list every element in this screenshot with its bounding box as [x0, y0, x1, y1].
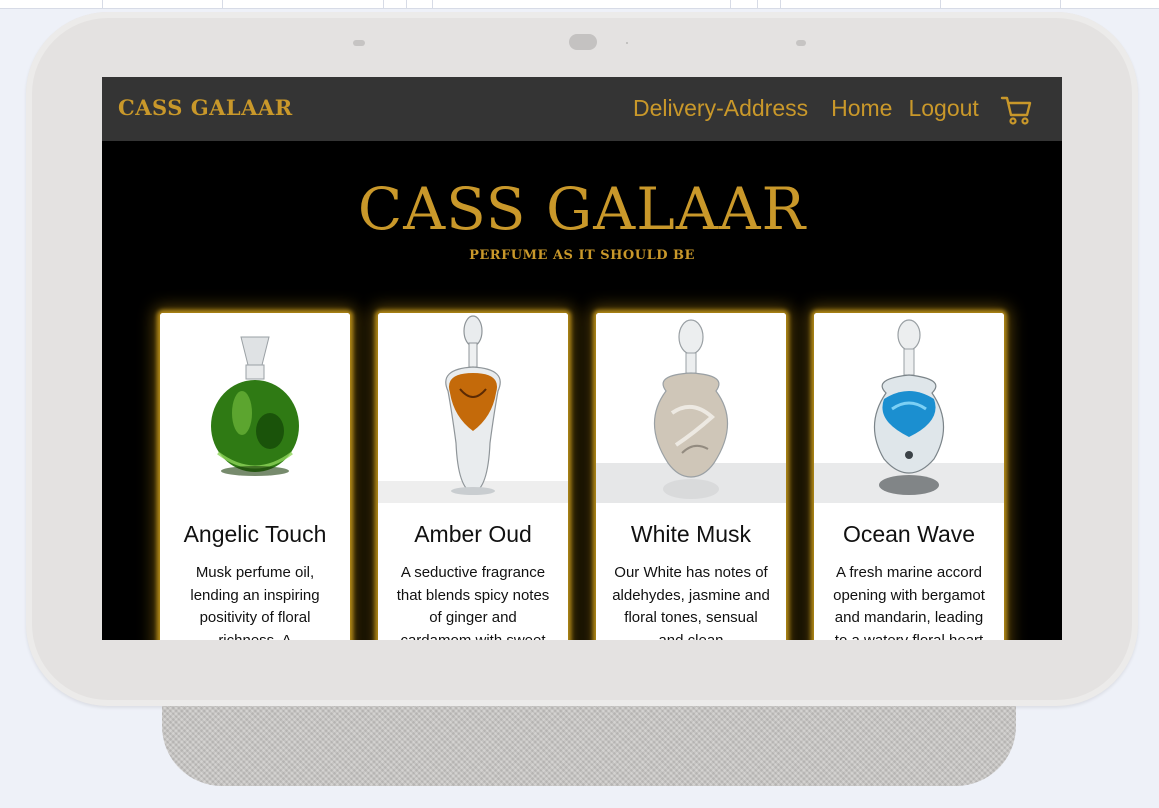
product-description: A fresh marine accord opening with berga… [833, 564, 985, 640]
product-image-ocean-wave [814, 313, 1004, 503]
product-image-amber-oud [378, 313, 568, 503]
product-card[interactable]: Angelic Touch Musk perfume oil, lending … [160, 313, 350, 640]
product-image-angelic-touch [160, 313, 350, 503]
devtools-ruler [0, 0, 1159, 9]
product-image-white-musk [596, 313, 786, 503]
product-title: Ocean Wave [842, 521, 976, 547]
camera [569, 34, 597, 50]
product-grid: Angelic Touch Musk perfume oil, lending … [160, 313, 1004, 640]
product-card[interactable]: White Musk Our White has notes of aldehy… [596, 313, 786, 640]
hero-title: CASS GALAAR [357, 175, 807, 243]
navbar: CASS GALAAR Delivery-Address Home Logout [102, 77, 1062, 141]
speaker-base [162, 706, 1016, 786]
nav-links: Delivery-Address Home Logout [633, 95, 979, 122]
sensor [353, 40, 365, 46]
light-sensor [626, 42, 628, 44]
brand-logo[interactable]: CASS GALAAR [118, 95, 293, 120]
product-title: Amber Oud [414, 521, 532, 547]
nav-delivery-address[interactable]: Delivery-Address [633, 95, 808, 122]
product-description: A seductive fragrance that blends spicy … [396, 564, 550, 640]
shopping-cart-icon[interactable] [1000, 93, 1034, 127]
hero-subtitle: PERFUME AS IT SHOULD BE [469, 248, 695, 263]
nav-logout[interactable]: Logout [908, 95, 978, 122]
product-card[interactable]: Amber Oud A seductive fragrance that ble… [378, 313, 568, 640]
product-description: Musk perfume oil, lending an inspiring p… [190, 564, 320, 640]
product-title: Angelic Touch [183, 521, 327, 547]
product-description: Our White has notes of aldehydes, jasmin… [612, 564, 770, 640]
nav-home[interactable]: Home [831, 95, 892, 122]
device-screen: CASS GALAAR Delivery-Address Home Logout… [102, 77, 1062, 640]
sensor [796, 40, 806, 46]
product-card[interactable]: Ocean Wave A fresh marine accord opening… [814, 313, 1004, 640]
product-title: White Musk [630, 521, 752, 547]
